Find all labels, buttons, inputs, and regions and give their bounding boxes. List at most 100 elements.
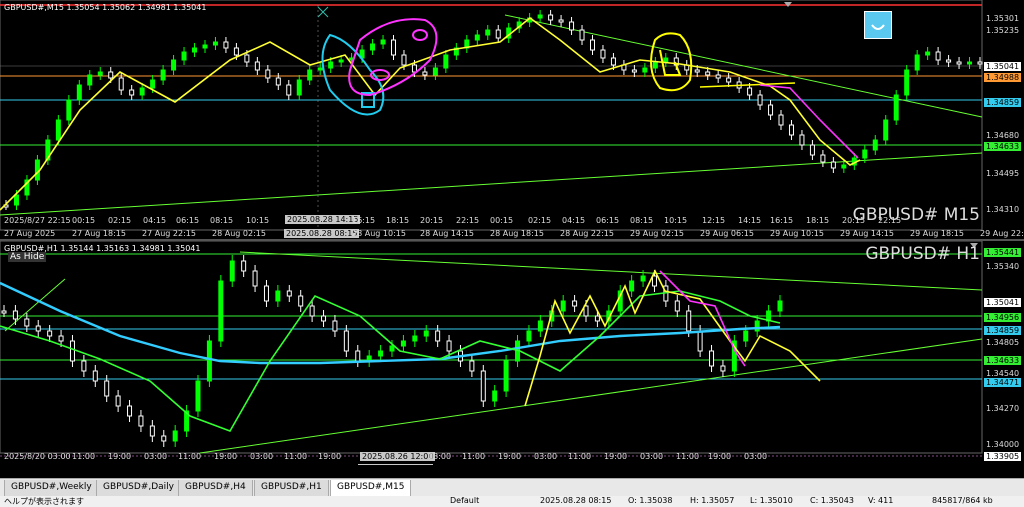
m15-magenta-small-circle	[412, 29, 428, 41]
h1-candle-body	[92, 370, 98, 382]
m15-candle-body	[296, 79, 302, 96]
m15-candle-body	[715, 74, 721, 79]
m15-x-tick: 27 Aug 18:15	[72, 229, 126, 238]
h1-candle-body	[651, 275, 657, 287]
h1-candle-body	[423, 330, 429, 337]
m15-x-tick: 28 Aug 14:15	[420, 229, 474, 238]
m15-candle-body	[202, 44, 208, 49]
m15-x-tick-upper: 2025/8/27 22:15	[4, 216, 71, 225]
m15-x-tick-upper: 18:15	[386, 216, 410, 225]
m15-candle-body	[642, 67, 648, 73]
h1-candle-body	[754, 320, 760, 332]
m15-candle-body	[967, 61, 973, 65]
m15-candle-body	[422, 71, 428, 76]
h1-candle-body	[526, 330, 532, 342]
h1-x-tick-upper: 19:00	[604, 452, 628, 461]
expert-advisor-icon[interactable]	[864, 11, 892, 39]
m15-candle-body	[370, 43, 376, 51]
h1-trendline-short	[4, 278, 66, 332]
h1-x-tick-upper: 11:00	[676, 452, 700, 461]
m15-candle-body	[76, 84, 82, 101]
tab-weekly[interactable]: GBPUSD#,Weekly	[4, 480, 99, 497]
h1-candle-body	[241, 260, 247, 272]
m15-x-tick: 28 Aug 22:15	[560, 229, 614, 238]
m15-candle-body	[809, 144, 815, 156]
chart-tab-bar: GBPUSD#,Weekly GBPUSD#,Daily GBPUSD#,H4 …	[0, 478, 1024, 497]
m15-candle-body	[34, 159, 40, 181]
m15-candle-body	[663, 57, 669, 63]
h1-x-tick-upper: 19:00	[214, 452, 238, 461]
h1-candle-body	[263, 285, 269, 302]
h1-x-tick-upper: 03:00	[144, 452, 168, 461]
m15-candle-body	[286, 84, 292, 96]
m15-x-tick-upper: 00:15	[72, 216, 96, 225]
m15-candle-body	[977, 61, 983, 65]
h1-candle-body	[218, 280, 224, 342]
m15-candle-body	[652, 61, 658, 69]
m15-x-tick: 28 Aug 18:15	[490, 229, 544, 238]
h1-candle-body	[161, 435, 167, 442]
m15-crosshair-time-tip: 2025.08.28 14:15	[285, 215, 361, 224]
h1-x-tick-upper: 03:00	[640, 452, 664, 461]
tab-h4[interactable]: GBPUSD#,H4	[178, 480, 253, 497]
h1-x-tick-upper: 19:00	[708, 452, 732, 461]
h1-candle-body	[1, 310, 7, 314]
h1-candle-body	[594, 315, 600, 322]
tab-m15[interactable]: GBPUSD#,M15	[330, 480, 412, 497]
tab-daily[interactable]: GBPUSD#,Daily	[96, 480, 181, 497]
m15-x-tick-upper: 20:15	[420, 216, 444, 225]
m15-chart-pane[interactable]: GBPUSD#,M15 1.35054 1.35062 1.34981 1.35…	[0, 0, 1024, 240]
m15-x-tick-upper: 18:15	[806, 216, 830, 225]
h1-candle-body	[629, 280, 635, 292]
m15-candle-body	[799, 134, 805, 146]
as-hide-button[interactable]: As Hide	[8, 252, 47, 262]
m15-candle-body	[13, 194, 19, 206]
h1-candle-body	[24, 318, 30, 327]
h1-candle-body	[286, 290, 292, 297]
m15-candle-body	[66, 99, 72, 121]
h1-candle-body	[309, 305, 315, 317]
h1-x-tick-upper: 03:00	[428, 452, 452, 461]
status-profile: Default	[450, 496, 480, 505]
m15-candle-body	[485, 29, 491, 36]
h1-candle-body	[298, 295, 304, 307]
m15-candle-body	[160, 69, 166, 81]
m15-x-tick-upper: 02:15	[108, 216, 132, 225]
m15-candle-body	[579, 29, 585, 41]
h1-candle-body	[435, 330, 441, 342]
m15-candle-body	[55, 119, 61, 141]
m15-x-tick: 29 Aug 18:15	[910, 229, 964, 238]
h1-trendline-up	[199, 338, 983, 454]
h1-candle-body	[355, 350, 361, 362]
m15-candle-body	[705, 71, 711, 76]
m15-x-tick-upper: 10:15	[664, 216, 688, 225]
h1-candle-body	[743, 330, 749, 342]
m15-x-tick: 28 Aug 10:15	[352, 229, 406, 238]
m15-magenta-drawn-line	[759, 84, 859, 159]
m15-candle-body	[946, 59, 952, 63]
h1-candle-body	[572, 300, 578, 307]
status-bar: ヘルプが表示されます Default 2025.08.28 08:15 O: 1…	[0, 496, 1024, 507]
m15-candle-body	[914, 54, 920, 71]
h1-x-tick-upper: 19:00	[318, 452, 342, 461]
m15-candle-body	[631, 69, 637, 73]
h1-candle-body	[35, 325, 41, 332]
m15-chart-header: GBPUSD#,M15 1.35054 1.35062 1.34981 1.35…	[4, 3, 207, 12]
m15-x-tick: 27 Aug 2025	[4, 229, 56, 238]
tab-h1[interactable]: GBPUSD#,H1	[254, 480, 329, 497]
h1-plot-border	[0, 241, 983, 454]
m15-x-tick-upper: 22:15	[878, 216, 902, 225]
m15-candle-body	[139, 87, 145, 96]
h1-candle-body	[709, 350, 715, 367]
h1-candle-body	[58, 335, 64, 342]
m15-price-tag: 1.34633	[984, 142, 1022, 151]
h1-price-tag: 1.34859	[984, 326, 1022, 335]
h1-x-tick-upper: 11:00	[568, 452, 592, 461]
h1-price-tag: 1.34956	[984, 313, 1022, 322]
h1-chart-pane[interactable]: GBPUSD#,H1 1.35144 1.35163 1.34981 1.350…	[0, 241, 1024, 473]
h1-candle-body	[229, 260, 235, 282]
m15-x-tick-upper: 08:15	[630, 216, 654, 225]
m15-candle-body	[935, 51, 941, 61]
h1-chart-canvas[interactable]	[0, 241, 1024, 465]
m15-candle-body	[275, 77, 281, 86]
